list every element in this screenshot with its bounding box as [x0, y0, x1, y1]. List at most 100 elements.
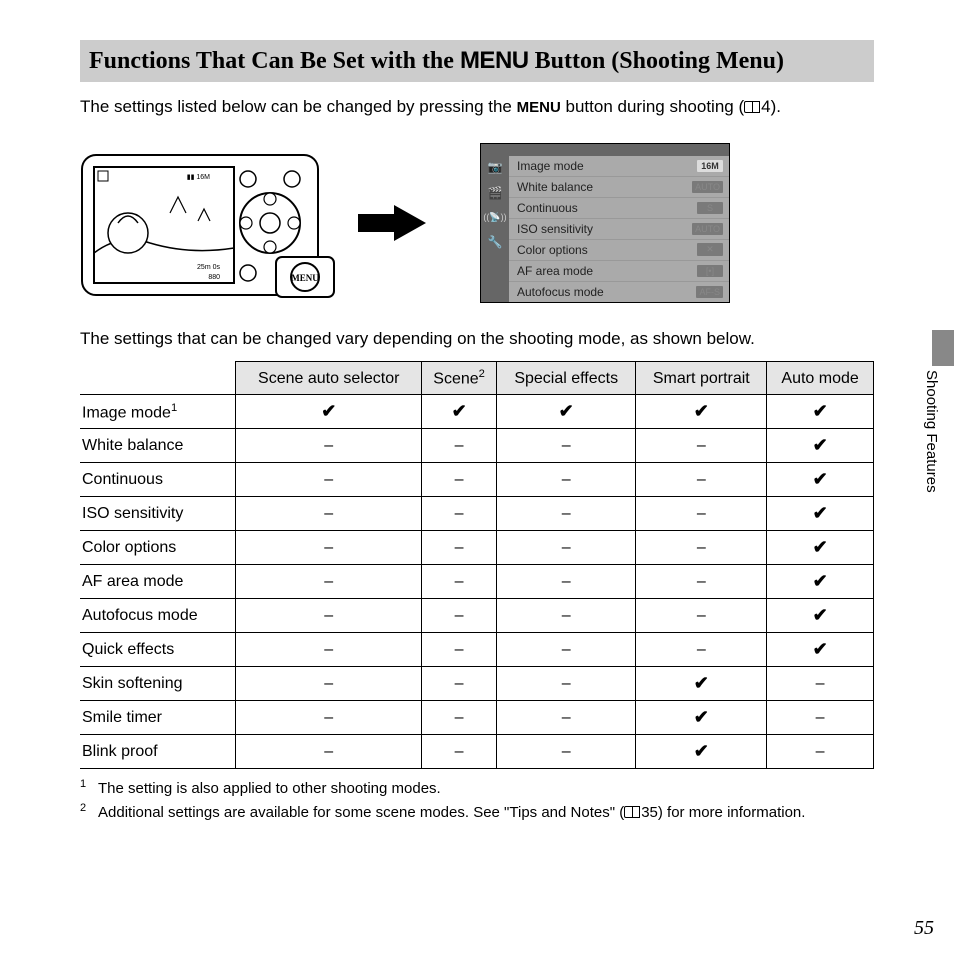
dash-icon: – — [497, 599, 636, 633]
menu-row-label: Image mode — [517, 159, 584, 173]
menu-label-inline: MENU — [517, 99, 561, 116]
table-caption: The settings that can be changed vary de… — [80, 329, 874, 349]
table-header: Scene auto selector — [236, 361, 422, 395]
menu-row-label: Color options — [517, 243, 588, 257]
check-icon: ✔ — [767, 599, 874, 633]
dash-icon: – — [767, 667, 874, 701]
dash-icon: – — [422, 701, 497, 735]
dash-icon: – — [636, 463, 767, 497]
check-icon: ✔ — [236, 395, 422, 429]
dash-icon: – — [497, 667, 636, 701]
wrench-icon: 🔧 — [488, 235, 503, 249]
table-header: Scene2 — [422, 361, 497, 395]
arrow-icon — [370, 205, 450, 241]
menu-row-label: Continuous — [517, 201, 578, 215]
menu-row-label: AF area mode — [517, 264, 593, 278]
footnote: 1The setting is also applied to other sh… — [80, 779, 874, 799]
check-icon: ✔ — [767, 463, 874, 497]
row-label: Color options — [80, 531, 236, 565]
footnote: 2Additional settings are available for s… — [80, 803, 874, 823]
dash-icon: – — [422, 633, 497, 667]
row-label: Smile timer — [80, 701, 236, 735]
check-icon: ✔ — [767, 497, 874, 531]
check-icon: ✔ — [767, 429, 874, 463]
dash-icon: – — [422, 735, 497, 769]
check-icon: ✔ — [636, 701, 767, 735]
dash-icon: – — [422, 429, 497, 463]
dash-icon: – — [422, 667, 497, 701]
dash-icon: – — [422, 463, 497, 497]
menu-row-label: Autofocus mode — [517, 285, 604, 299]
dash-icon: – — [236, 497, 422, 531]
row-label: Continuous — [80, 463, 236, 497]
title-post: Button (Shooting Menu) — [529, 48, 784, 74]
dash-icon: – — [497, 735, 636, 769]
dash-icon: – — [236, 633, 422, 667]
title-pre: Functions That Can Be Set with the — [89, 48, 460, 74]
side-tab-label: Shooting Features — [923, 370, 940, 493]
dash-icon: – — [767, 701, 874, 735]
menu-row-label: ISO sensitivity — [517, 222, 593, 236]
dash-icon: – — [497, 429, 636, 463]
footnotes: 1The setting is also applied to other sh… — [80, 779, 874, 822]
feature-table: Scene auto selectorScene2Special effects… — [80, 361, 874, 770]
table-row: Quick effects––––✔ — [80, 633, 874, 667]
row-label: Image mode1 — [80, 395, 236, 429]
dash-icon: – — [497, 701, 636, 735]
dash-icon: – — [236, 599, 422, 633]
check-icon: ✔ — [497, 395, 636, 429]
menu-row: ISO sensitivityAUTO — [509, 219, 729, 240]
row-label: AF area mode — [80, 565, 236, 599]
menu-row-label: White balance — [517, 180, 593, 194]
table-header: Smart portrait — [636, 361, 767, 395]
dash-icon: – — [236, 735, 422, 769]
dash-icon: – — [422, 565, 497, 599]
menu-row: Image mode 16M — [509, 156, 729, 177]
menu-row-value: AF-S — [696, 286, 723, 298]
menu-row: AF area mode[•] — [509, 261, 729, 282]
dash-icon: – — [236, 463, 422, 497]
dash-icon: – — [497, 565, 636, 599]
menu-row-value: AUTO — [692, 181, 723, 193]
dash-icon: – — [767, 735, 874, 769]
dash-icon: – — [236, 667, 422, 701]
check-icon: ✔ — [767, 565, 874, 599]
dash-icon: – — [236, 565, 422, 599]
dash-icon: – — [636, 497, 767, 531]
row-label: Quick effects — [80, 633, 236, 667]
menu-row: Autofocus mode AF-S — [509, 282, 729, 302]
row-label: Blink proof — [80, 735, 236, 769]
row-label: Autofocus mode — [80, 599, 236, 633]
table-row: Continuous––––✔ — [80, 463, 874, 497]
table-row: Image mode1✔✔✔✔✔ — [80, 395, 874, 429]
table-row: Autofocus mode––––✔ — [80, 599, 874, 633]
dash-icon: – — [236, 531, 422, 565]
intro-text: The settings listed below can be changed… — [80, 96, 874, 119]
book-icon — [744, 101, 760, 113]
menu-icon-column: 📷 🎬 ((📡)) 🔧 — [481, 156, 509, 302]
table-row: Skin softening–––✔– — [80, 667, 874, 701]
check-icon: ✔ — [636, 395, 767, 429]
dash-icon: – — [422, 599, 497, 633]
menu-row: ContinuousS — [509, 198, 729, 219]
svg-text:25m 0s: 25m 0s — [197, 264, 220, 271]
table-row: AF area mode––––✔ — [80, 565, 874, 599]
dash-icon: – — [636, 599, 767, 633]
dash-icon: – — [497, 531, 636, 565]
dash-icon: – — [497, 633, 636, 667]
dash-icon: – — [636, 531, 767, 565]
row-label: Skin softening — [80, 667, 236, 701]
dash-icon: – — [636, 633, 767, 667]
book-icon — [624, 806, 640, 818]
menu-row-value: 16M — [697, 160, 723, 172]
table-row: Color options––––✔ — [80, 531, 874, 565]
camera-illustration: ▮▮ 16M 25m 0s 880 MENU — [80, 143, 340, 303]
page-title: Functions That Can Be Set with the MENU … — [80, 40, 874, 82]
check-icon: ✔ — [636, 735, 767, 769]
check-icon: ✔ — [422, 395, 497, 429]
table-header: Special effects — [497, 361, 636, 395]
menu-row: Color options✕ — [509, 240, 729, 261]
dash-icon: – — [422, 531, 497, 565]
dash-icon: – — [636, 429, 767, 463]
check-icon: ✔ — [636, 667, 767, 701]
